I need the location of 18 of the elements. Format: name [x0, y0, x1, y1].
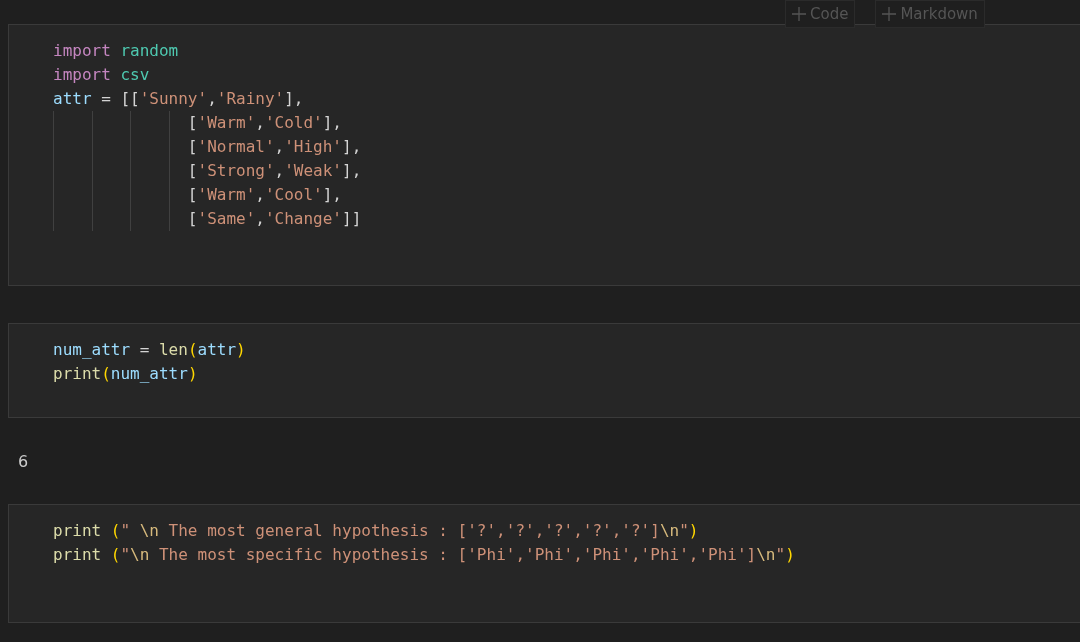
code-cell[interactable]: print (" \n The most general hypothesis : ['?','?','?','?','?']\n") print ("\n The most specific hypothesis : ['Phi','Phi','Phi','Phi','Phi']\n") [8, 504, 1080, 623]
plus-icon [792, 7, 806, 21]
code-line: print ("\n The most specific hypothesis : ['Phi','Phi','Phi','Phi','Phi']\n") [53, 544, 795, 566]
code-cell[interactable]: num_attr = len(attr) print(num_attr) [8, 323, 1080, 418]
code-line: import random [53, 40, 179, 62]
plus-icon [882, 7, 897, 21]
code-cell[interactable]: import random import csv attr = [['Sunny','Rainy'], ['Warm','Cold'], ['Normal','High'], ['Strong','Weak'], ['Warm','Cool'], ['Same','Change']] [8, 24, 1080, 286]
code-line: print(num_attr) [53, 363, 198, 385]
cell-output: 6 [18, 451, 29, 471]
code-line: num_attr = len(attr) [53, 339, 246, 361]
code-line: ['Warm','Cool'], [53, 183, 342, 207]
code-line: import csv [53, 64, 150, 86]
code-line: ['Normal','High'], [53, 135, 362, 159]
code-line: ['Same','Change']] [53, 207, 362, 231]
code-line: print (" \n The most general hypothesis : ['?','?','?','?','?']\n") [53, 520, 699, 542]
code-line: attr = [['Sunny','Rainy'], [53, 88, 304, 110]
code-line: ['Strong','Weak'], [53, 159, 362, 183]
code-line: ['Warm','Cold'], [53, 111, 342, 135]
